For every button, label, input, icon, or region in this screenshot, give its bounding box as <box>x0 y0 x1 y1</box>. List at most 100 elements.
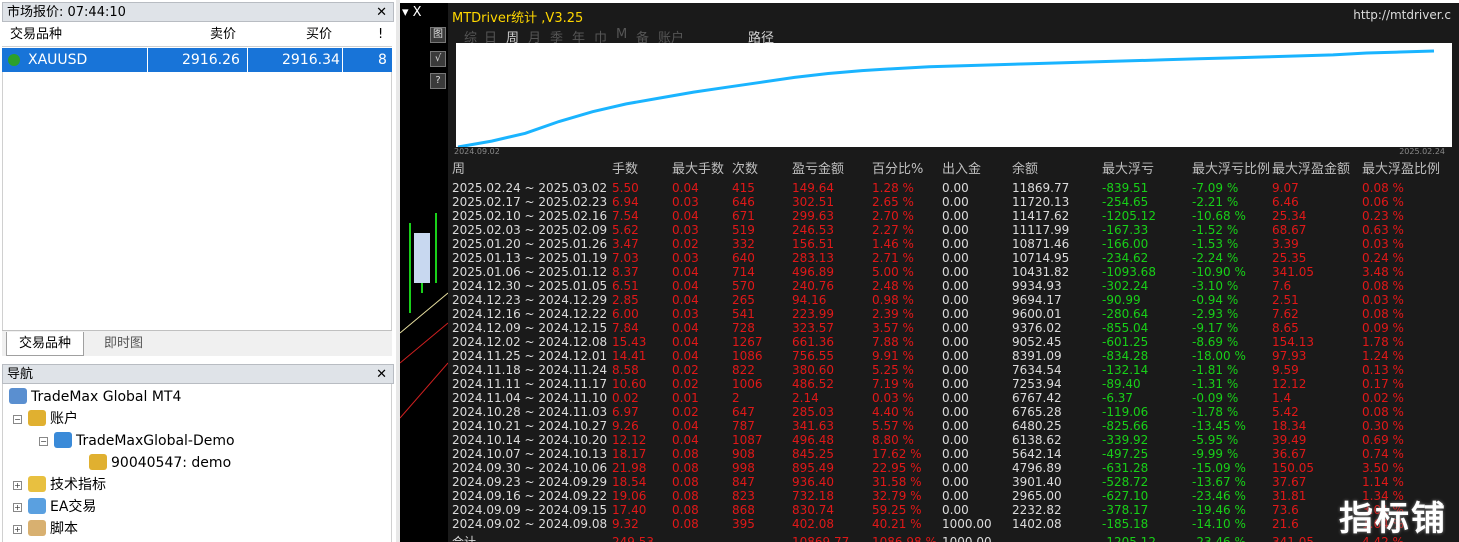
nav-root[interactable]: TradeMax Global MT4 <box>9 386 181 408</box>
close-icon[interactable]: ✕ <box>376 3 387 23</box>
nav-account[interactable]: 90040547: demo <box>89 452 231 474</box>
nav-accounts[interactable]: − 账户 <box>13 408 78 430</box>
cell-week: 合计 <box>452 535 477 542</box>
cell-trades: 671 <box>732 209 755 223</box>
cell-deposit: 出入金 <box>942 162 982 177</box>
chart-image-button[interactable]: 图 <box>430 27 446 43</box>
cell-lots: 12.12 <box>612 433 647 447</box>
cell-max-drawdown-pct: -23.46 % <box>1192 489 1246 503</box>
cell-balance: 5642.14 <box>1012 447 1062 461</box>
cell-deposit: 0.00 <box>942 293 969 307</box>
cell-max-floating-profit: 31.81 <box>1272 489 1307 503</box>
cell-max-floating-profit: 18.34 <box>1272 419 1307 433</box>
expand-icon[interactable]: + <box>13 481 22 490</box>
cell-max-floating-profit: 68.67 <box>1272 223 1307 237</box>
close-icon[interactable]: ✕ <box>376 365 387 385</box>
cell-week: 2024.09.30 ~ 2024.10.06 <box>452 461 608 475</box>
cell-max-drawdown-pct: -1.53 % <box>1192 237 1239 251</box>
cell-max-floating-profit-pct: 1.14 % <box>1362 475 1404 489</box>
cell-balance: 6138.62 <box>1012 433 1062 447</box>
cell-max-lots: 0.08 <box>672 503 699 517</box>
column-spread[interactable]: ! <box>378 23 383 47</box>
chart-window[interactable]: ▾ X MTDriver统计 ,V3.25 http://mtdriver.c … <box>400 3 1459 542</box>
cell-percent: 2.39 % <box>872 307 914 321</box>
cell-deposit: 0.00 <box>942 447 969 461</box>
cell-week: 2025.01.13 ~ 2025.01.19 <box>452 251 608 265</box>
collapse-icon[interactable]: − <box>39 437 48 446</box>
cell-pnl: 486.52 <box>792 377 834 391</box>
nav-experts[interactable]: + EA交易 <box>13 496 96 518</box>
cell-week: 2025.02.03 ~ 2025.02.09 <box>452 223 608 237</box>
tab-symbols[interactable]: 交易品种 <box>6 332 85 356</box>
cell-trades: 265 <box>732 293 755 307</box>
nav-server[interactable]: − TradeMaxGlobal-Demo <box>39 430 235 452</box>
cell-max-floating-profit: 73.6 <box>1272 503 1299 517</box>
cell-balance: 11417.62 <box>1012 209 1070 223</box>
cell-balance: 7634.54 <box>1012 363 1062 377</box>
cell-pnl: 496.89 <box>792 265 834 279</box>
nav-scripts[interactable]: + 脚本 <box>13 518 78 540</box>
cell-max-drawdown-pct: -1.78 % <box>1192 405 1239 419</box>
cell-trades: 868 <box>732 503 755 517</box>
tab-tick-chart[interactable]: 即时图 <box>92 332 155 356</box>
collapse-icon[interactable]: − <box>13 415 22 424</box>
cell-max-lots: 0.08 <box>672 461 699 475</box>
expand-icon[interactable]: + <box>13 503 22 512</box>
help-button[interactable]: ? <box>430 73 446 89</box>
market-watch-titlebar: 市场报价: 07:44:10 ✕ <box>2 2 394 22</box>
cell-deposit: 0.00 <box>942 377 969 391</box>
cell-trades: 1006 <box>732 377 763 391</box>
nav-indicators[interactable]: + 技术指标 <box>13 474 106 496</box>
cell-week: 2024.10.21 ~ 2024.10.27 <box>452 419 608 433</box>
cell-pnl: 341.63 <box>792 419 834 433</box>
navigator-tree: TradeMax Global MT4 − 账户 − TradeMaxGlobal-… <box>2 384 392 542</box>
cell-lots: 6.51 <box>612 279 639 293</box>
cell-percent: 59.25 % <box>872 503 922 517</box>
cell-lots: 249.53 <box>612 535 654 542</box>
cell-week: 2024.12.23 ~ 2024.12.29 <box>452 293 608 307</box>
cell-max-floating-profit-pct: 0.69 % <box>1362 433 1404 447</box>
cell-max-drawdown: -601.25 <box>1102 335 1149 349</box>
table-row: 2025.01.06 ~ 2025.01.12 8.37 0.04 714 496.89… <box>452 265 1459 279</box>
cell-pnl: 94.16 <box>792 293 827 307</box>
cell-pnl: 380.60 <box>792 363 834 377</box>
cell-max-drawdown: -132.14 <box>1102 363 1149 377</box>
cell-pnl: 756.55 <box>792 349 834 363</box>
cell-max-drawdown-pct: -5.95 % <box>1192 433 1239 447</box>
cell-max-floating-profit: 25.35 <box>1272 251 1307 265</box>
cell-deposit: 0.00 <box>942 307 969 321</box>
cell-trades: 332 <box>732 237 755 251</box>
cell-week: 2024.10.28 ~ 2024.11.03 <box>452 405 608 419</box>
cell-max-floating-profit-pct: 0.08 % <box>1362 181 1404 195</box>
table-row: 2025.02.03 ~ 2025.02.09 5.62 0.03 519 246.53… <box>452 223 1459 237</box>
cell-deposit: 0.00 <box>942 279 969 293</box>
cell-max-drawdown: -234.62 <box>1102 251 1149 265</box>
cell-trades: 1087 <box>732 433 763 447</box>
cell-max-drawdown-pct: -1.52 % <box>1192 223 1239 237</box>
cell-lots: 7.03 <box>612 251 639 265</box>
expand-icon[interactable]: + <box>13 525 22 534</box>
cell-percent: 2.48 % <box>872 279 914 293</box>
cell-max-floating-profit-pct: 0.06 % <box>1362 195 1404 209</box>
table-row: 2024.11.11 ~ 2024.11.17 10.60 0.02 1006 486.… <box>452 377 1459 391</box>
cell-deposit: 0.00 <box>942 181 969 195</box>
cell-percent: 7.19 % <box>872 377 914 391</box>
cell-max-lots: 0.04 <box>672 181 699 195</box>
symbol-row[interactable]: XAUUSD 2916.26 2916.34 8 <box>2 48 392 72</box>
column-bid[interactable]: 卖价 <box>210 23 236 47</box>
indicator-url[interactable]: http://mtdriver.c <box>1353 8 1451 22</box>
column-ask[interactable]: 买价 <box>306 23 332 47</box>
check-button[interactable]: √ <box>430 51 446 67</box>
cell-percent: 31.58 % <box>872 475 922 489</box>
tf-m[interactable]: M <box>616 27 627 42</box>
cell-balance: 9052.45 <box>1012 335 1062 349</box>
cell-max-lots: 0.03 <box>672 223 699 237</box>
cell-max-lots: 0.08 <box>672 475 699 489</box>
cell-max-drawdown-pct: -1.31 % <box>1192 377 1239 391</box>
cell-balance: 9934.93 <box>1012 279 1062 293</box>
cell-lots: 10.60 <box>612 377 647 391</box>
cell-week: 周 <box>452 162 466 177</box>
column-symbol[interactable]: 交易品种 <box>10 23 62 47</box>
chart-tab[interactable]: ▾ X <box>402 5 422 20</box>
cell-max-drawdown-pct: -13.67 % <box>1192 475 1246 489</box>
